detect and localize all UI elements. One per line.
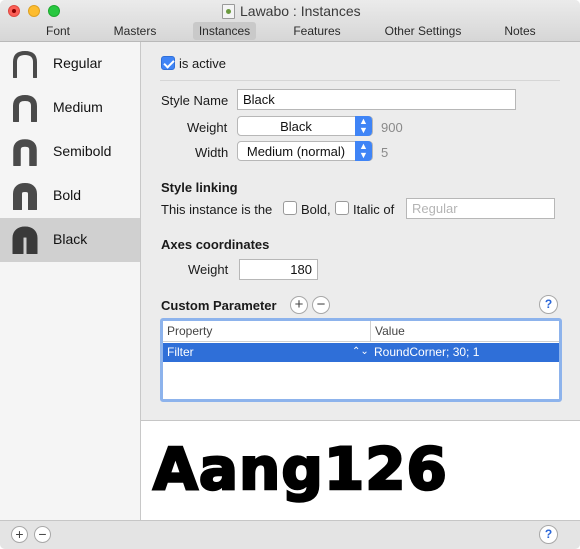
sidebar-item-label: Bold: [53, 187, 82, 203]
preview-area: Aang126: [141, 420, 580, 520]
glyph-n-icon: [12, 226, 38, 254]
glyph-n-icon: [13, 94, 37, 122]
bold-checkbox[interactable]: [283, 201, 297, 215]
sidebar-item-regular[interactable]: Regular: [0, 42, 140, 86]
italic-label: Italic of: [353, 202, 395, 217]
divider: [160, 80, 560, 81]
glyph-n-icon: [13, 139, 37, 166]
width-label: Width: [195, 145, 229, 160]
up-down-arrows-icon: ▲ ▼: [355, 141, 372, 161]
bottom-bar: + − ?: [0, 520, 580, 549]
style-name-field[interactable]: [237, 89, 516, 110]
chevron-up-down-icon[interactable]: ⌃⌄: [352, 346, 369, 357]
title-bar: Lawabo : Instances Font Masters Instance…: [0, 0, 580, 42]
width-popup[interactable]: Medium (normal) ▲ ▼: [237, 141, 373, 161]
instances-sidebar: Regular Medium Semibold Bold Black: [0, 42, 141, 520]
custom-parameter-table[interactable]: Property Value Filter ⌃⌄ RoundCorner; 30…: [160, 318, 562, 402]
glyph-n-icon: [13, 182, 37, 210]
custom-parameter-heading: Custom Parameter: [161, 298, 277, 313]
sidebar-item-medium[interactable]: Medium: [0, 86, 140, 130]
sidebar-item-label: Medium: [53, 99, 103, 115]
zoom-window-button[interactable]: [48, 5, 60, 17]
axis-weight-label: Weight: [188, 262, 229, 277]
add-instance-button[interactable]: +: [11, 526, 28, 543]
is-active-checkbox[interactable]: [161, 56, 175, 70]
table-row[interactable]: Filter ⌃⌄ RoundCorner; 30; 1: [163, 343, 559, 362]
weight-popup[interactable]: Black ▲ ▼: [237, 116, 373, 136]
style-linking-prefix: This instance is the: [161, 202, 273, 217]
close-dot-icon: [12, 9, 16, 13]
tab-masters[interactable]: Masters: [112, 22, 158, 40]
tab-features[interactable]: Features: [292, 22, 342, 40]
sidebar-item-bold[interactable]: Bold: [0, 174, 140, 218]
preview-text: Aang126: [152, 434, 448, 505]
weight-number: 900: [381, 120, 403, 135]
axes-coordinates-heading: Axes coordinates: [161, 237, 270, 252]
sidebar-item-semibold[interactable]: Semibold: [0, 130, 140, 174]
sidebar-item-label: Black: [53, 231, 88, 247]
column-header-value[interactable]: Value: [371, 321, 559, 342]
parameter-value-cell: RoundCorner; 30; 1: [374, 345, 480, 359]
sidebar-item-black[interactable]: Black: [0, 218, 140, 262]
instances-window: Lawabo : Instances Font Masters Instance…: [0, 0, 580, 549]
remove-instance-button[interactable]: −: [34, 526, 51, 543]
weight-popup-value: Black: [280, 119, 312, 134]
close-window-button[interactable]: [8, 5, 20, 17]
minimize-window-button[interactable]: [28, 5, 40, 17]
weight-label: Weight: [187, 120, 228, 135]
tab-instances[interactable]: Instances: [193, 22, 256, 40]
style-name-label: Style Name: [161, 93, 229, 108]
sidebar-item-label: Regular: [53, 55, 103, 71]
tab-other-settings[interactable]: Other Settings: [383, 22, 463, 40]
up-down-arrows-icon: ▲ ▼: [355, 116, 372, 136]
column-header-property[interactable]: Property: [163, 321, 371, 342]
sidebar-item-label: Semibold: [53, 143, 112, 159]
document-icon: [222, 4, 235, 19]
tab-bar: Font Masters Instances Features Other Se…: [0, 21, 580, 41]
tab-notes[interactable]: Notes: [503, 22, 537, 40]
axis-weight-field[interactable]: [239, 259, 318, 280]
help-button[interactable]: ?: [539, 525, 558, 544]
window-title: Lawabo : Instances: [240, 3, 361, 19]
italic-checkbox[interactable]: [335, 201, 349, 215]
bold-label: Bold,: [301, 202, 331, 217]
remove-parameter-button[interactable]: −: [312, 296, 330, 314]
style-linking-heading: Style linking: [161, 180, 238, 195]
glyph-n-icon: [13, 50, 37, 78]
parameter-property-cell: Filter: [167, 345, 194, 359]
width-popup-value: Medium (normal): [246, 144, 346, 159]
linked-style-field[interactable]: [406, 198, 555, 219]
tab-font[interactable]: Font: [44, 22, 72, 40]
add-parameter-button[interactable]: +: [290, 296, 308, 314]
custom-parameter-help-button[interactable]: ?: [539, 295, 558, 314]
width-number: 5: [381, 145, 389, 160]
is-active-label: is active: [179, 56, 226, 71]
